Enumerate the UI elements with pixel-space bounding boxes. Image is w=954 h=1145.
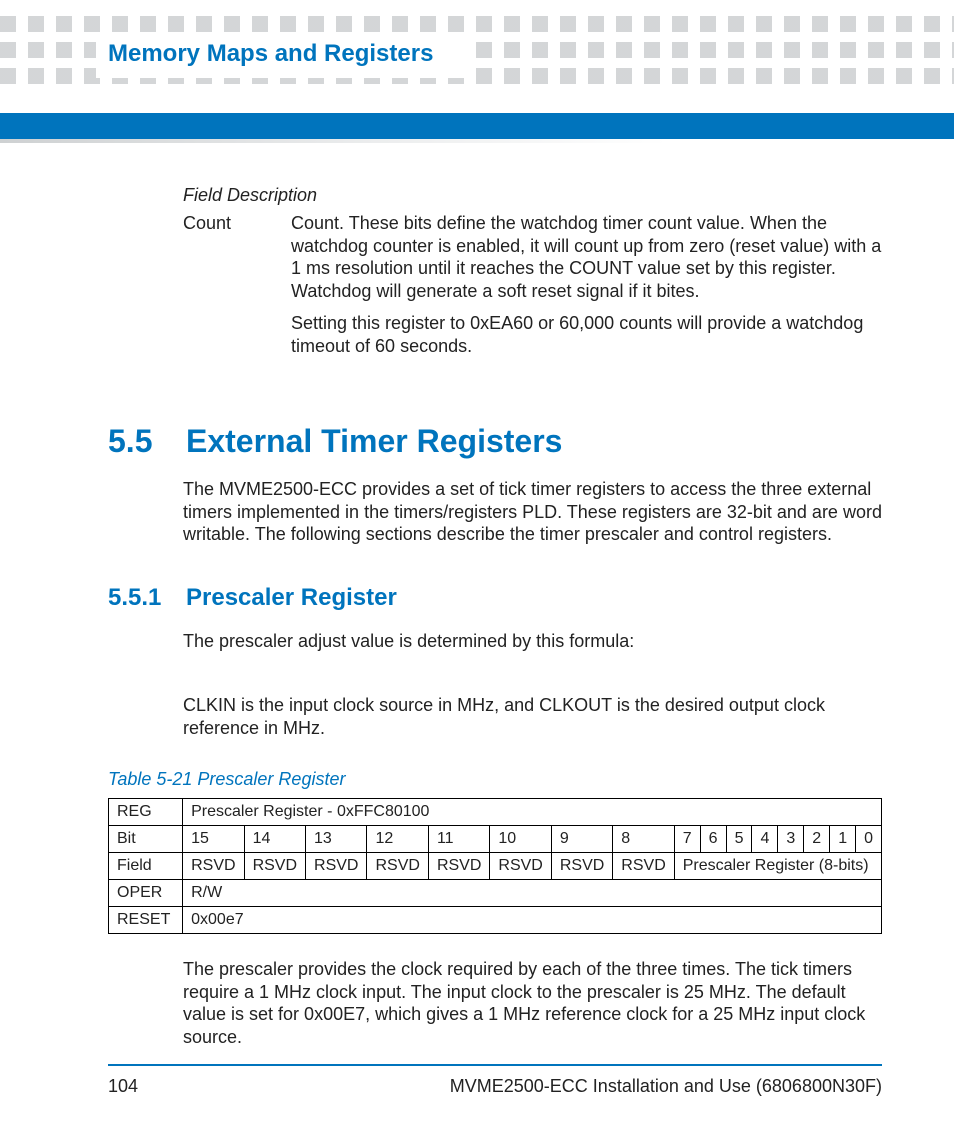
header-blue-bar bbox=[0, 113, 954, 139]
field-cell: RSVD bbox=[551, 853, 612, 880]
page-content: Field Description Count Count. These bit… bbox=[108, 185, 882, 1062]
field-term: Count bbox=[183, 212, 291, 367]
field-description-label: Field Description bbox=[183, 185, 882, 206]
subsection-para: CLKIN is the input clock source in MHz, … bbox=[183, 694, 882, 739]
bit-cell: 1 bbox=[830, 826, 856, 853]
subsection-para: The prescaler adjust value is determined… bbox=[183, 630, 882, 653]
decorative-dots-row bbox=[0, 16, 954, 32]
field-cell: RSVD bbox=[428, 853, 489, 880]
subsection-heading: 5.5.1 Prescaler Register bbox=[108, 584, 882, 612]
bit-cell: 9 bbox=[551, 826, 612, 853]
bit-cell: 5 bbox=[726, 826, 752, 853]
bit-cell: 3 bbox=[778, 826, 804, 853]
bit-cell: 14 bbox=[244, 826, 305, 853]
row-label: OPER bbox=[109, 880, 183, 907]
subsection-number: 5.5.1 bbox=[108, 584, 186, 612]
register-table: REG Prescaler Register - 0xFFC80100 Bit … bbox=[108, 798, 882, 934]
field-cell: RSVD bbox=[183, 853, 244, 880]
bit-cell: 0 bbox=[856, 826, 882, 853]
reg-name-cell: Prescaler Register - 0xFFC80100 bbox=[183, 799, 882, 826]
page-number: 104 bbox=[108, 1076, 138, 1097]
row-label: Bit bbox=[109, 826, 183, 853]
chapter-title: Memory Maps and Registers bbox=[108, 40, 433, 67]
field-cell: RSVD bbox=[367, 853, 428, 880]
table-row: RESET 0x00e7 bbox=[109, 907, 882, 934]
table-row: Field RSVD RSVD RSVD RSVD RSVD RSVD RSVD… bbox=[109, 853, 882, 880]
table-row: Bit 15 14 13 12 11 10 9 8 7 6 5 4 3 2 1 … bbox=[109, 826, 882, 853]
field-cell: RSVD bbox=[490, 853, 551, 880]
row-label: RESET bbox=[109, 907, 183, 934]
field-description-row: Count Count. These bits define the watch… bbox=[183, 212, 882, 367]
reset-cell: 0x00e7 bbox=[183, 907, 882, 934]
table-row: OPER R/W bbox=[109, 880, 882, 907]
section-number: 5.5 bbox=[108, 423, 186, 460]
field-cell: RSVD bbox=[613, 853, 674, 880]
post-table-para: The prescaler provides the clock require… bbox=[183, 958, 882, 1048]
table-caption: Table 5-21 Prescaler Register bbox=[108, 769, 882, 790]
table-row: REG Prescaler Register - 0xFFC80100 bbox=[109, 799, 882, 826]
oper-cell: R/W bbox=[183, 880, 882, 907]
page-footer: 104 MVME2500-ECC Installation and Use (6… bbox=[108, 1064, 882, 1097]
bit-cell: 10 bbox=[490, 826, 551, 853]
document-title: MVME2500-ECC Installation and Use (68068… bbox=[450, 1076, 882, 1097]
field-cell: RSVD bbox=[306, 853, 367, 880]
row-label: Field bbox=[109, 853, 183, 880]
bit-cell: 11 bbox=[428, 826, 489, 853]
bit-cell: 12 bbox=[367, 826, 428, 853]
section-intro: The MVME2500-ECC provides a set of tick … bbox=[183, 478, 882, 546]
section-heading: 5.5 External Timer Registers bbox=[108, 423, 882, 460]
field-definition: Count. These bits define the watchdog ti… bbox=[291, 212, 882, 367]
bit-cell: 4 bbox=[752, 826, 778, 853]
bit-cell: 13 bbox=[306, 826, 367, 853]
field-definition-para: Count. These bits define the watchdog ti… bbox=[291, 212, 882, 302]
section-title: External Timer Registers bbox=[186, 423, 562, 460]
field-cell: RSVD bbox=[244, 853, 305, 880]
subsection-title: Prescaler Register bbox=[186, 584, 397, 612]
field-span-cell: Prescaler Register (8-bits) bbox=[674, 853, 881, 880]
bit-cell: 7 bbox=[674, 826, 700, 853]
bit-cell: 6 bbox=[700, 826, 726, 853]
bit-cell: 2 bbox=[804, 826, 830, 853]
bit-cell: 15 bbox=[183, 826, 244, 853]
chapter-title-container: Memory Maps and Registers bbox=[96, 36, 465, 78]
bit-cell: 8 bbox=[613, 826, 674, 853]
field-definition-para: Setting this register to 0xEA60 or 60,00… bbox=[291, 312, 882, 357]
row-label: REG bbox=[109, 799, 183, 826]
